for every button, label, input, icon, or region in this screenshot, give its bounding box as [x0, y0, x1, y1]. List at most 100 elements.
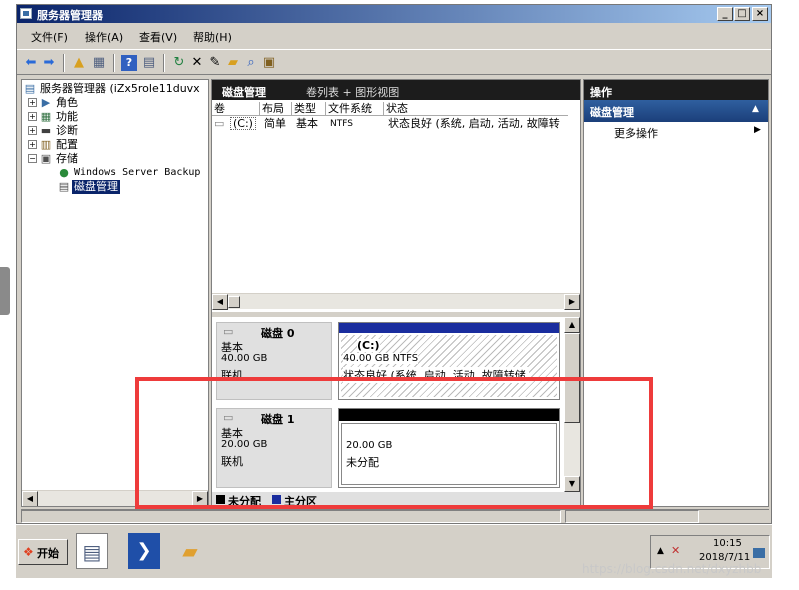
- features-icon: ▦: [40, 110, 52, 123]
- volume-size: 40.00 GB NTFS: [343, 353, 419, 364]
- disk-icon: ▭: [223, 325, 234, 338]
- more-actions-label: 更多操作: [614, 127, 658, 140]
- column-layout[interactable]: 布局: [260, 102, 292, 116]
- cell-status: 状态良好 (系统, 启动, 活动, 故障转: [388, 117, 560, 130]
- primary-partition-bar: [339, 323, 559, 333]
- toolbar-separator: [113, 54, 115, 72]
- tree-item-features[interactable]: + ▦ 功能: [22, 110, 208, 124]
- tree-item-configuration[interactable]: + ▥ 配置: [22, 138, 208, 152]
- back-arrow-icon[interactable]: ⬅: [23, 55, 39, 71]
- expand-icon[interactable]: +: [28, 112, 37, 121]
- tab-volume-list-graphical[interactable]: 卷列表 + 图形视图: [306, 84, 399, 100]
- actions-section-disk-management[interactable]: 磁盘管理 ▲: [584, 100, 768, 122]
- tree-item-storage[interactable]: − ▣ 存储: [22, 152, 208, 166]
- server-icon: ▤: [24, 82, 36, 95]
- server-manager-icon: [20, 8, 32, 19]
- properties-sheet-icon[interactable]: ✎: [207, 55, 223, 71]
- scroll-left-icon[interactable]: ◀: [22, 491, 38, 506]
- show-tree-icon[interactable]: ▦: [91, 55, 107, 71]
- explorer-icon[interactable]: ▰: [174, 533, 206, 569]
- tree-item-label: 功能: [56, 110, 78, 123]
- cell-volume: (C:): [230, 117, 256, 130]
- maximize-button[interactable]: □: [734, 7, 750, 21]
- tab-disk-management[interactable]: 磁盘管理: [222, 84, 266, 100]
- tree-item-label: 配置: [56, 138, 78, 151]
- disk-name: 磁盘 0: [261, 327, 295, 340]
- tree-item-roles[interactable]: + ▶ 角色: [22, 96, 208, 110]
- chevron-right-icon: ▶: [754, 125, 761, 135]
- title-bar[interactable]: 服务器管理器 _ □ ×: [17, 5, 771, 23]
- up-folder-icon[interactable]: ▲: [71, 55, 87, 71]
- column-filesystem[interactable]: 文件系统: [326, 102, 384, 116]
- search-icon[interactable]: ⌕: [243, 55, 259, 71]
- delete-icon[interactable]: ✕: [189, 55, 205, 71]
- window-title: 服务器管理器: [37, 9, 103, 22]
- collapse-icon[interactable]: −: [28, 154, 37, 163]
- menu-file[interactable]: 文件(F): [31, 29, 68, 45]
- drive-icon: ▭: [214, 117, 225, 130]
- show-desktop-icon[interactable]: [753, 548, 765, 558]
- center-header: 磁盘管理 卷列表 + 图形视图: [212, 80, 580, 100]
- more-actions-item[interactable]: 更多操作 ▶: [584, 124, 768, 140]
- volume-label: (C:): [357, 339, 380, 352]
- expand-icon[interactable]: +: [28, 140, 37, 149]
- storage-icon: ▣: [40, 152, 52, 165]
- scroll-right-icon[interactable]: ▶: [564, 294, 580, 310]
- toolbar: ⬅ ➡ ▲ ▦ ? ▤ ↻ ✕ ✎ ▰ ⌕ ▣: [17, 49, 771, 75]
- expand-icon[interactable]: +: [28, 126, 37, 135]
- scroll-left-icon[interactable]: ◀: [212, 294, 228, 310]
- properties-icon[interactable]: ▤: [141, 55, 157, 71]
- pane-splitter[interactable]: [212, 312, 580, 317]
- toolbar-separator: [63, 54, 65, 72]
- tree-item-label: Windows Server Backup: [74, 167, 201, 178]
- column-volume[interactable]: 卷: [212, 102, 260, 116]
- minimize-button[interactable]: _: [717, 7, 733, 21]
- backup-icon: ●: [59, 166, 69, 179]
- side-handle[interactable]: [0, 267, 10, 315]
- expand-icon[interactable]: +: [28, 98, 37, 107]
- highlight-annotation: [135, 377, 653, 509]
- close-button[interactable]: ×: [752, 7, 768, 21]
- toolbar-separator: [163, 54, 165, 72]
- tree-item-label: 角色: [56, 96, 78, 109]
- menu-help[interactable]: 帮助(H): [193, 29, 232, 45]
- server-manager-task-icon[interactable]: ▤: [76, 533, 108, 569]
- tree-item-disk-management[interactable]: ▤ 磁盘管理: [22, 180, 208, 194]
- volume-muted-icon[interactable]: ✕: [671, 544, 680, 557]
- disk-management-icon: ▤: [58, 180, 70, 193]
- menu-action[interactable]: 操作(A): [85, 29, 123, 45]
- table-row[interactable]: ▭ (C:) 简单 基本 NTFS 状态良好 (系统, 启动, 活动, 故障转: [212, 117, 568, 131]
- forward-arrow-icon[interactable]: ➡: [41, 55, 57, 71]
- tree-item-label: 诊断: [56, 124, 78, 137]
- cell-type: 基本: [296, 117, 318, 130]
- scroll-thumb[interactable]: [228, 296, 240, 308]
- start-button[interactable]: ❖ 开始: [18, 539, 68, 565]
- show-hidden-icons[interactable]: ▲: [657, 546, 664, 556]
- collapse-up-icon[interactable]: ▲: [752, 104, 759, 114]
- watermark: https://blog.csdn.net/dxyzhbb: [582, 562, 762, 576]
- cell-layout: 简单: [264, 117, 286, 130]
- menu-bar: 文件(F) 操作(A) 查看(V) 帮助(H): [17, 25, 771, 47]
- disk-size: 40.00 GB: [221, 353, 268, 364]
- roles-icon: ▶: [41, 96, 51, 109]
- menu-view[interactable]: 查看(V): [139, 29, 177, 45]
- help-icon[interactable]: ?: [121, 55, 137, 71]
- tree-item-diagnostics[interactable]: + ▬ 诊断: [22, 124, 208, 138]
- tree-root[interactable]: ▤ 服务器管理器 (iZx5role11duvx: [22, 82, 208, 96]
- configuration-icon: ▥: [40, 138, 52, 151]
- column-type[interactable]: 类型: [292, 102, 326, 116]
- actions-header: 操作: [584, 80, 768, 100]
- diagnostics-icon: ▬: [40, 124, 52, 137]
- actions-title: 操作: [590, 86, 612, 99]
- disk-icon[interactable]: ▣: [261, 55, 277, 71]
- column-status[interactable]: 状态: [384, 102, 568, 116]
- tree-item-windows-server-backup[interactable]: ● Windows Server Backup: [22, 166, 208, 180]
- list-horizontal-scrollbar[interactable]: ◀ ▶: [212, 293, 580, 310]
- scroll-up-icon[interactable]: ▲: [564, 317, 580, 333]
- refresh-icon[interactable]: ↻: [171, 55, 187, 71]
- status-bar: [21, 509, 769, 523]
- powershell-icon[interactable]: ❯: [128, 533, 160, 569]
- clock-time[interactable]: 10:15: [713, 538, 742, 549]
- open-folder-icon[interactable]: ▰: [225, 55, 241, 71]
- actions-section-label: 磁盘管理: [590, 106, 634, 119]
